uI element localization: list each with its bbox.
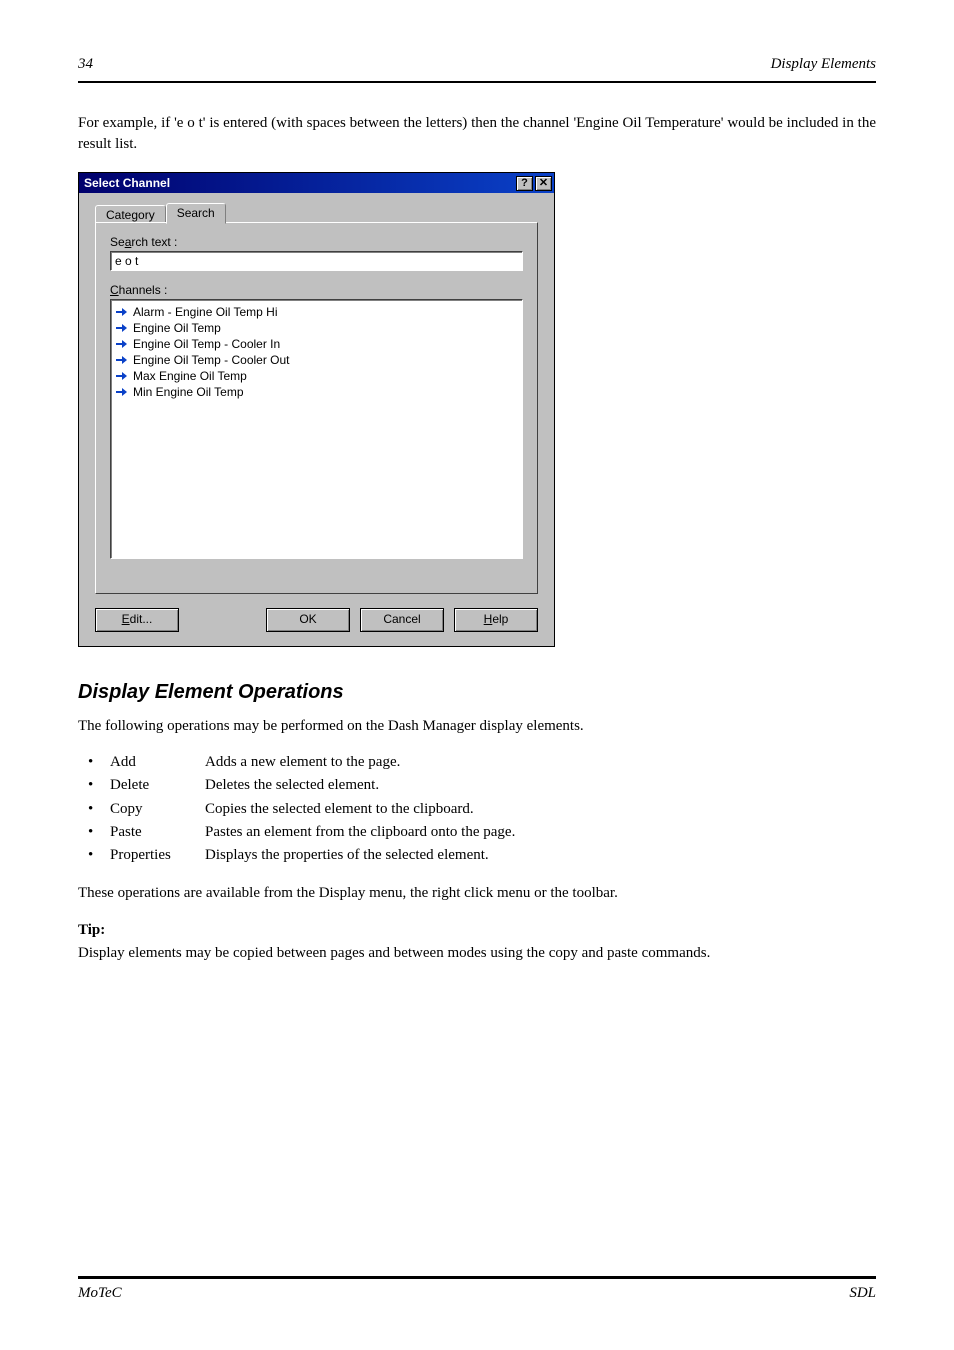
list-item[interactable]: Max Engine Oil Temp	[113, 368, 520, 384]
channels-label: Channels :	[110, 283, 523, 297]
help-button[interactable]: Help	[454, 608, 538, 632]
arrow-right-icon	[115, 387, 129, 397]
arrow-right-icon	[115, 307, 129, 317]
search-tab-panel: Search text : e o t Channels : Alarm - E…	[95, 222, 538, 594]
section-name: Display Elements	[771, 56, 876, 73]
list-item[interactable]: Engine Oil Temp - Cooler In	[113, 336, 520, 352]
dialog-title: Select Channel	[84, 176, 514, 190]
arrow-right-icon	[115, 371, 129, 381]
ops-intro: The following operations may be performe…	[78, 716, 876, 737]
footer-product: SDL	[849, 1285, 876, 1302]
search-text-label: Search text :	[110, 235, 523, 249]
footer-company: MoTeC	[78, 1285, 122, 1302]
page-number: 34	[78, 56, 93, 73]
arrow-right-icon	[115, 339, 129, 349]
tip-text: Display elements may be copied between p…	[78, 943, 876, 964]
ops-heading: Display Element Operations	[78, 681, 876, 704]
tab-category[interactable]: Category	[95, 205, 166, 223]
ops-list: •AddAdds a new element to the page. •Del…	[88, 751, 876, 867]
footer-rule	[78, 1276, 876, 1279]
ok-button[interactable]: OK	[266, 608, 350, 632]
cancel-button[interactable]: Cancel	[360, 608, 444, 632]
edit-button[interactable]: Edit...	[95, 608, 179, 632]
list-item[interactable]: Alarm - Engine Oil Temp Hi	[113, 304, 520, 320]
list-item[interactable]: Engine Oil Temp	[113, 320, 520, 336]
search-input[interactable]: e o t	[110, 251, 523, 271]
header-rule	[78, 81, 876, 83]
close-icon[interactable]: ✕	[535, 176, 552, 191]
intro-paragraph: For example, if 'e o t' is entered (with…	[78, 113, 876, 154]
tab-search[interactable]: Search	[166, 203, 226, 224]
select-channel-dialog: Select Channel ? ✕ Category Search Searc…	[78, 172, 555, 647]
help-icon[interactable]: ?	[516, 176, 533, 191]
list-item[interactable]: Engine Oil Temp - Cooler Out	[113, 352, 520, 368]
ops-note: These operations are available from the …	[78, 883, 876, 904]
tip-label: Tip:	[78, 922, 876, 939]
tab-strip: Category Search	[95, 203, 538, 223]
arrow-right-icon	[115, 323, 129, 333]
channels-listbox[interactable]: Alarm - Engine Oil Temp Hi Engine Oil Te…	[110, 299, 523, 559]
dialog-titlebar[interactable]: Select Channel ? ✕	[79, 173, 554, 193]
arrow-right-icon	[115, 355, 129, 365]
list-item[interactable]: Min Engine Oil Temp	[113, 384, 520, 400]
